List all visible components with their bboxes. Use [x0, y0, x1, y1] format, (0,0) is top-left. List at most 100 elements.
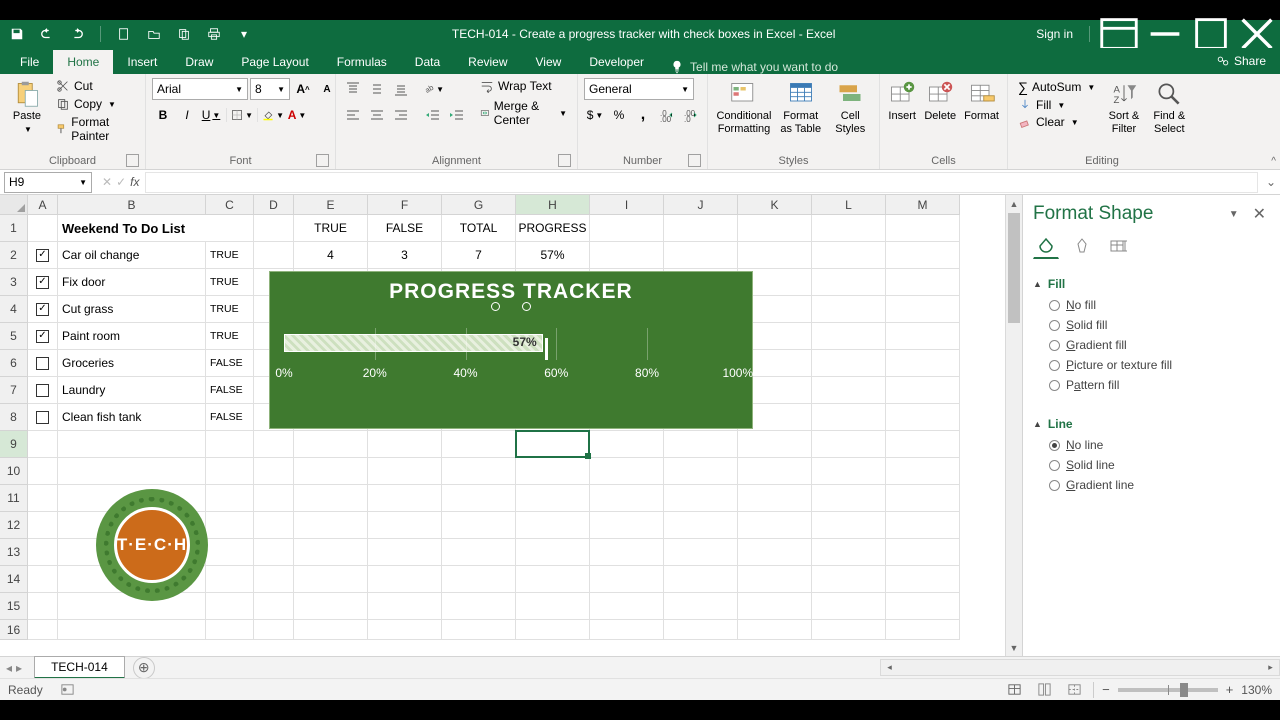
cell[interactable] [28, 242, 58, 269]
sheet-tab[interactable]: TECH-014 [34, 656, 125, 679]
row-header[interactable]: 2 [0, 242, 28, 269]
cell[interactable] [590, 458, 664, 485]
bold-icon[interactable]: B [152, 104, 174, 126]
cell[interactable] [28, 296, 58, 323]
cell[interactable]: TOTAL [442, 215, 516, 242]
cell[interactable] [738, 242, 812, 269]
page-break-view-icon[interactable] [1063, 680, 1085, 700]
column-header[interactable]: K [738, 195, 812, 215]
cell[interactable] [516, 620, 590, 640]
cell[interactable] [738, 539, 812, 566]
cell[interactable] [516, 458, 590, 485]
cell[interactable] [516, 512, 590, 539]
insert-function-icon[interactable]: fx [130, 175, 139, 189]
cell[interactable] [812, 512, 886, 539]
vertical-scrollbar[interactable]: ▲ ▼ [1005, 195, 1022, 656]
cell[interactable] [442, 539, 516, 566]
row-header[interactable]: 6 [0, 350, 28, 377]
column-header[interactable]: F [368, 195, 442, 215]
cell[interactable] [664, 458, 738, 485]
font-color-icon[interactable]: A▼ [286, 104, 308, 126]
fill-line-tab-icon[interactable] [1033, 233, 1059, 259]
cell[interactable] [294, 620, 368, 640]
sheet-nav-last-icon[interactable]: ▸ [16, 661, 22, 675]
row-header[interactable]: 12 [0, 512, 28, 539]
cell[interactable] [206, 620, 254, 640]
cell[interactable] [812, 377, 886, 404]
cell[interactable] [28, 323, 58, 350]
cell[interactable] [590, 215, 664, 242]
font-size-combo[interactable]: 8▼ [250, 78, 290, 100]
row-header[interactable]: 7 [0, 377, 28, 404]
cell[interactable] [664, 242, 738, 269]
cell[interactable] [254, 458, 294, 485]
cell[interactable] [664, 539, 738, 566]
format-cells-button[interactable]: Format [962, 78, 1001, 125]
increase-indent-icon[interactable] [446, 104, 468, 126]
align-center-icon[interactable] [366, 104, 388, 126]
row-header[interactable]: 10 [0, 458, 28, 485]
cell[interactable] [294, 539, 368, 566]
cell[interactable] [28, 269, 58, 296]
insert-cells-button[interactable]: Insert [886, 78, 918, 125]
radio-no-line[interactable]: No line [1033, 435, 1270, 455]
tab-data[interactable]: Data [401, 50, 454, 74]
autosum-button[interactable]: ∑AutoSum▼ [1014, 78, 1099, 96]
increase-font-icon[interactable]: A^ [292, 78, 314, 100]
column-header[interactable]: D [254, 195, 294, 215]
cell[interactable] [886, 215, 960, 242]
cell[interactable] [590, 485, 664, 512]
merge-center-button[interactable]: Merge & Center▼ [476, 98, 571, 128]
cell[interactable]: Cut grass [58, 296, 206, 323]
cell[interactable]: FALSE [206, 404, 254, 431]
cell[interactable]: Clean fish tank [58, 404, 206, 431]
font-name-combo[interactable]: Arial▼ [152, 78, 248, 100]
cell[interactable] [58, 620, 206, 640]
dialog-launcher-icon[interactable] [126, 154, 139, 167]
effects-tab-icon[interactable] [1069, 233, 1095, 259]
cell[interactable] [812, 620, 886, 640]
clear-button[interactable]: Clear▼ [1014, 114, 1099, 130]
undo-icon[interactable] [34, 21, 60, 47]
fill-color-icon[interactable]: ▼ [262, 104, 284, 126]
cell[interactable] [812, 593, 886, 620]
cell[interactable]: 3 [368, 242, 442, 269]
ribbon-options-icon[interactable] [1096, 20, 1142, 48]
pane-close-icon[interactable]: ✕ [1249, 204, 1270, 224]
cell[interactable] [28, 539, 58, 566]
tab-insert[interactable]: Insert [113, 50, 171, 74]
cell[interactable] [886, 620, 960, 640]
tell-me-search[interactable]: Tell me what you want to do [658, 60, 850, 74]
cell[interactable] [590, 431, 664, 458]
cell[interactable] [206, 485, 254, 512]
column-header[interactable]: A [28, 195, 58, 215]
cell[interactable] [294, 485, 368, 512]
cell[interactable] [206, 539, 254, 566]
cell[interactable] [254, 620, 294, 640]
column-header[interactable]: B [58, 195, 206, 215]
line-section-header[interactable]: ▲Line [1033, 411, 1270, 435]
cell[interactable] [442, 620, 516, 640]
row-header[interactable]: 1 [0, 215, 28, 242]
cell[interactable] [368, 620, 442, 640]
cell[interactable] [28, 512, 58, 539]
cell[interactable] [516, 485, 590, 512]
cell[interactable] [368, 593, 442, 620]
cell[interactable]: 57% [516, 242, 590, 269]
tab-developer[interactable]: Developer [575, 50, 658, 74]
worksheet-grid[interactable]: ABCDEFGHIJKLM 12345678910111213141516 We… [0, 195, 1022, 656]
row-header[interactable]: 4 [0, 296, 28, 323]
zoom-out-icon[interactable]: − [1102, 682, 1110, 697]
cell[interactable] [254, 485, 294, 512]
fill-button[interactable]: Fill▼ [1014, 97, 1099, 113]
cell[interactable]: 7 [442, 242, 516, 269]
comma-format-icon[interactable]: , [632, 104, 654, 126]
cell[interactable] [886, 512, 960, 539]
cell[interactable] [886, 485, 960, 512]
cell[interactable] [590, 539, 664, 566]
cell[interactable] [206, 566, 254, 593]
cell[interactable] [442, 566, 516, 593]
cell[interactable] [28, 593, 58, 620]
cell[interactable] [294, 431, 368, 458]
cell[interactable] [294, 458, 368, 485]
